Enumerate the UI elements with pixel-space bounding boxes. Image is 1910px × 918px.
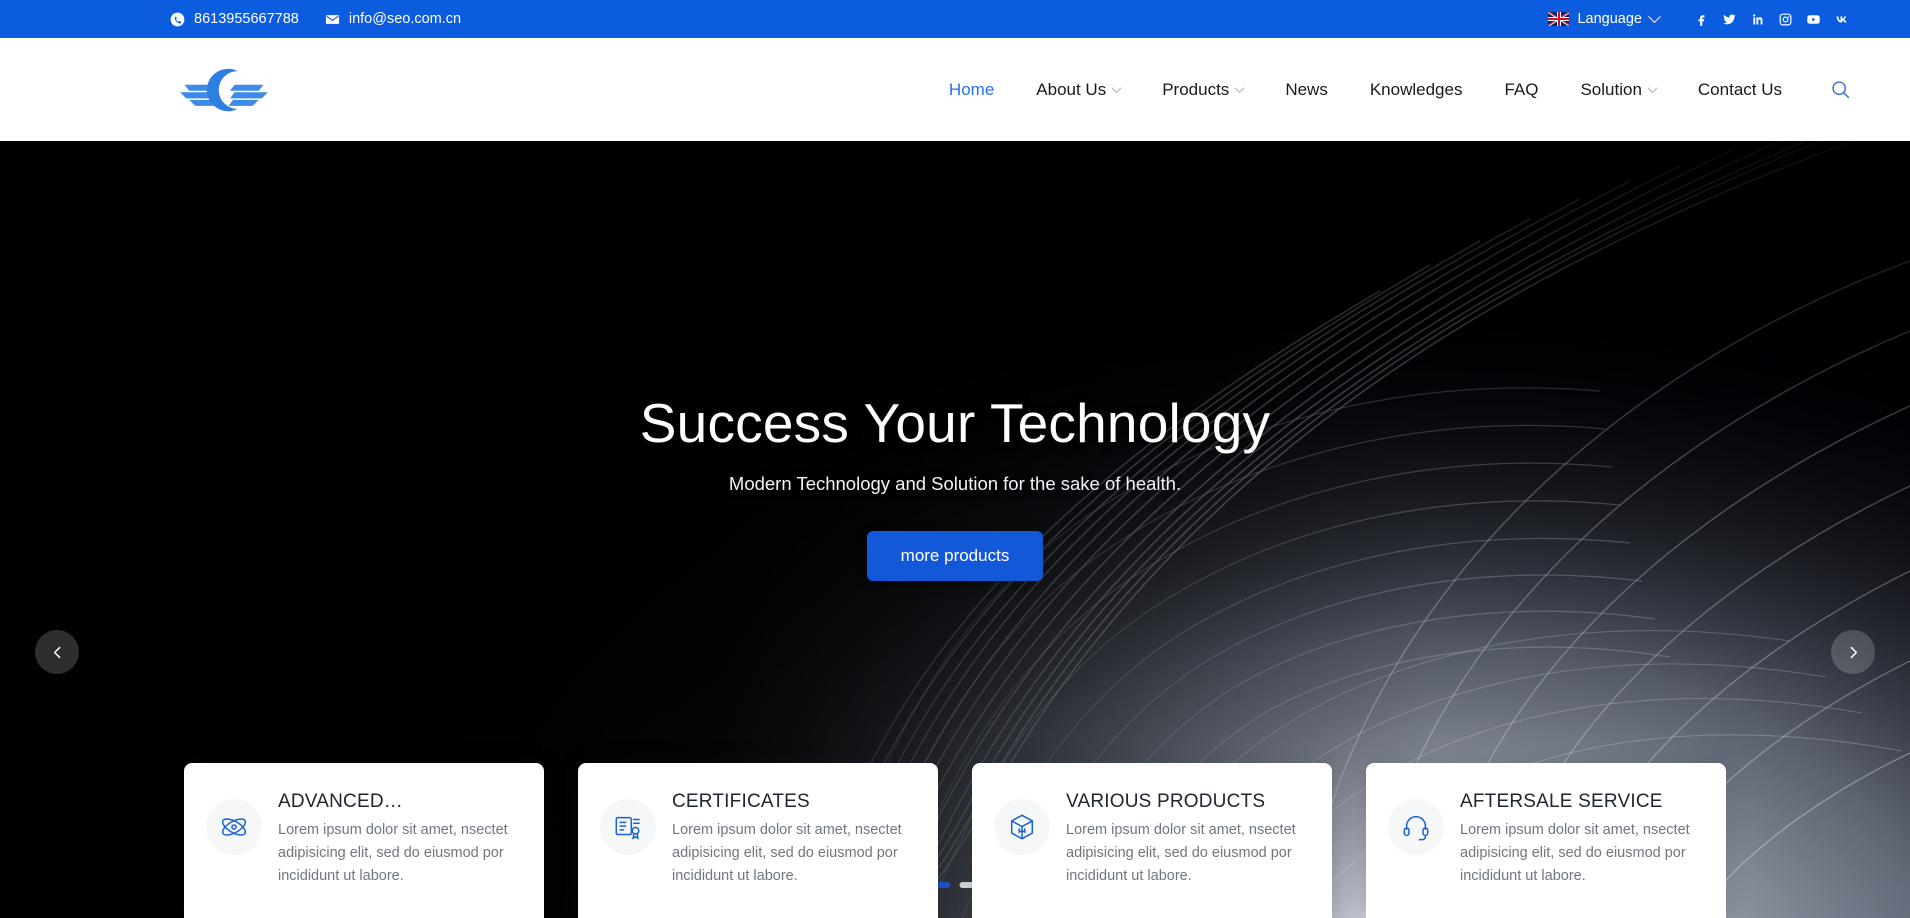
top-utility-bar: 8613955667788 info@seo.com.cn Language [0, 0, 1910, 38]
chevron-down-icon [1648, 9, 1661, 23]
certificate-icon [600, 799, 656, 856]
headset-icon [1388, 799, 1444, 856]
chevron-left-icon [53, 646, 60, 658]
carousel-next-button[interactable] [1831, 630, 1875, 674]
main-navigation: Home About Us Products News Knowledges F… [928, 75, 1855, 105]
nav-label: Knowledges [1369, 79, 1463, 99]
language-selector[interactable]: Language [1548, 9, 1661, 27]
nav-item-knowledges[interactable]: Knowledges [1349, 80, 1484, 100]
feature-card-text: Lorem ipsum dolor sit amet, nsectet adip… [1066, 822, 1296, 885]
winged-c-logo-icon [180, 68, 268, 111]
email-text: info@seo.com.cn [348, 11, 462, 27]
nav-label: Products [1162, 79, 1230, 99]
linkedin-icon[interactable] [1743, 5, 1771, 33]
chevron-down-icon [1234, 83, 1245, 94]
feature-card-text: Lorem ipsum dolor sit amet, nsectet adip… [672, 822, 902, 885]
youtube-icon[interactable] [1799, 5, 1827, 33]
nav-item-faq[interactable]: FAQ [1483, 80, 1559, 100]
chevron-down-icon [1647, 83, 1658, 94]
hero-subtitle: Modern Technology and Solution for the s… [728, 473, 1182, 494]
feature-card-body: CERTIFICATES Lorem ipsum dolor sit amet,… [672, 789, 914, 888]
nav-label: Contact Us [1697, 79, 1782, 99]
feature-card-advanced[interactable]: ADVANCED… Lorem ipsum dolor sit amet, ns… [184, 763, 544, 918]
topbar-right-group: Language [1548, 5, 1855, 33]
box-icon [994, 799, 1050, 856]
phone-text: 8613955667788 [194, 11, 299, 27]
nav-item-solution[interactable]: Solution [1559, 80, 1676, 100]
carousel-prev-button[interactable] [35, 630, 79, 674]
chevron-right-icon [1850, 646, 1857, 658]
email-link[interactable]: info@seo.com.cn [325, 11, 461, 27]
nav-label: Solution [1580, 79, 1642, 99]
feature-card-title: AFTERSALE SERVICE [1460, 791, 1663, 813]
nav-item-home[interactable]: Home [928, 80, 1015, 100]
feature-card-title: CERTIFICATES [672, 791, 810, 813]
search-icon[interactable] [1825, 75, 1855, 105]
uk-flag-icon [1548, 12, 1570, 26]
social-links [1687, 5, 1855, 33]
nav-label: Home [948, 79, 995, 99]
language-label: Language [1577, 11, 1642, 27]
more-products-button[interactable]: more products [866, 531, 1044, 581]
nav-label: News [1285, 79, 1328, 99]
hero-title: Success Your Technology [639, 392, 1271, 454]
feature-card-body: ADVANCED… Lorem ipsum dolor sit amet, ns… [278, 789, 520, 888]
atom-icon [206, 799, 262, 856]
site-logo[interactable] [178, 62, 270, 118]
feature-card-aftersale-service[interactable]: AFTERSALE SERVICE Lorem ipsum dolor sit … [1366, 763, 1726, 918]
vk-icon[interactable] [1827, 5, 1855, 33]
nav-label: FAQ [1504, 79, 1539, 99]
nav-item-contact-us[interactable]: Contact Us [1677, 80, 1803, 100]
nav-item-news[interactable]: News [1264, 80, 1349, 100]
feature-card-title: ADVANCED… [278, 791, 403, 813]
nav-item-about-us[interactable]: About Us [1015, 80, 1141, 100]
feature-card-various-products[interactable]: VARIOUS PRODUCTS Lorem ipsum dolor sit a… [972, 763, 1332, 918]
phone-icon [170, 12, 185, 27]
nav-item-products[interactable]: Products [1141, 80, 1264, 100]
feature-card-title: VARIOUS PRODUCTS [1066, 791, 1266, 813]
facebook-icon[interactable] [1687, 5, 1715, 33]
feature-card-text: Lorem ipsum dolor sit amet, nsectet adip… [1460, 822, 1690, 885]
feature-card-body: VARIOUS PRODUCTS Lorem ipsum dolor sit a… [1066, 789, 1308, 888]
feature-card-body: AFTERSALE SERVICE Lorem ipsum dolor sit … [1460, 789, 1702, 888]
nav-label: About Us [1036, 79, 1107, 99]
chevron-down-icon [1111, 83, 1122, 94]
twitter-icon[interactable] [1715, 5, 1743, 33]
feature-card-certificates[interactable]: CERTIFICATES Lorem ipsum dolor sit amet,… [578, 763, 938, 918]
instagram-icon[interactable] [1771, 5, 1799, 33]
mail-icon [325, 12, 340, 27]
hero-carousel: Success Your Technology Modern Technolog… [0, 141, 1910, 918]
feature-cards: ADVANCED… Lorem ipsum dolor sit amet, ns… [0, 763, 1910, 918]
site-header: Home About Us Products News Knowledges F… [0, 38, 1910, 141]
topbar-contact-group: 8613955667788 info@seo.com.cn [170, 11, 461, 27]
feature-card-text: Lorem ipsum dolor sit amet, nsectet adip… [278, 822, 508, 885]
phone-link[interactable]: 8613955667788 [170, 11, 299, 27]
